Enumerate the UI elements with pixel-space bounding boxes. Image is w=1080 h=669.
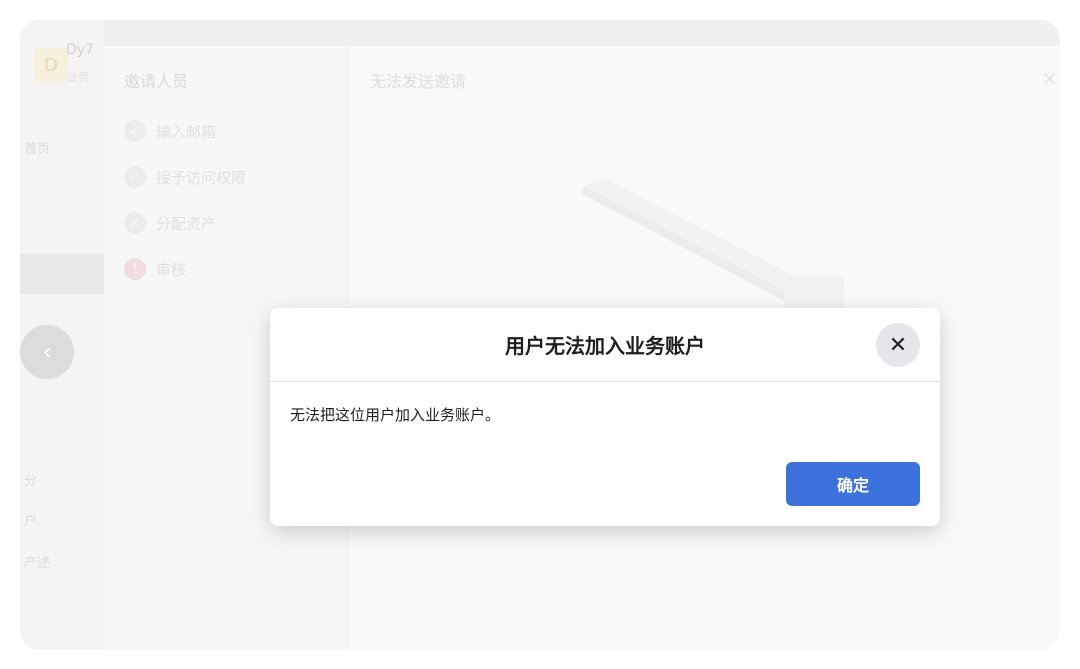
close-button[interactable]: ✕ [876,323,920,367]
modal-message: 无法把这位用户加入业务账户。 [290,406,501,424]
confirm-button[interactable]: 确定 [786,462,920,506]
modal-title: 用户无法加入业务账户 [505,334,705,358]
error-modal: 用户无法加入业务账户 ✕ 无法把这位用户加入业务账户。 确定 [270,308,940,526]
close-icon: ✕ [888,332,908,358]
app-frame: D Dy7 业务 首页 分 户 产述 ‹ 邀请人员 ✓ 输入邮箱 ✓ 授予访问权… [20,20,1060,650]
modal-header: 用户无法加入业务账户 ✕ [270,308,940,382]
